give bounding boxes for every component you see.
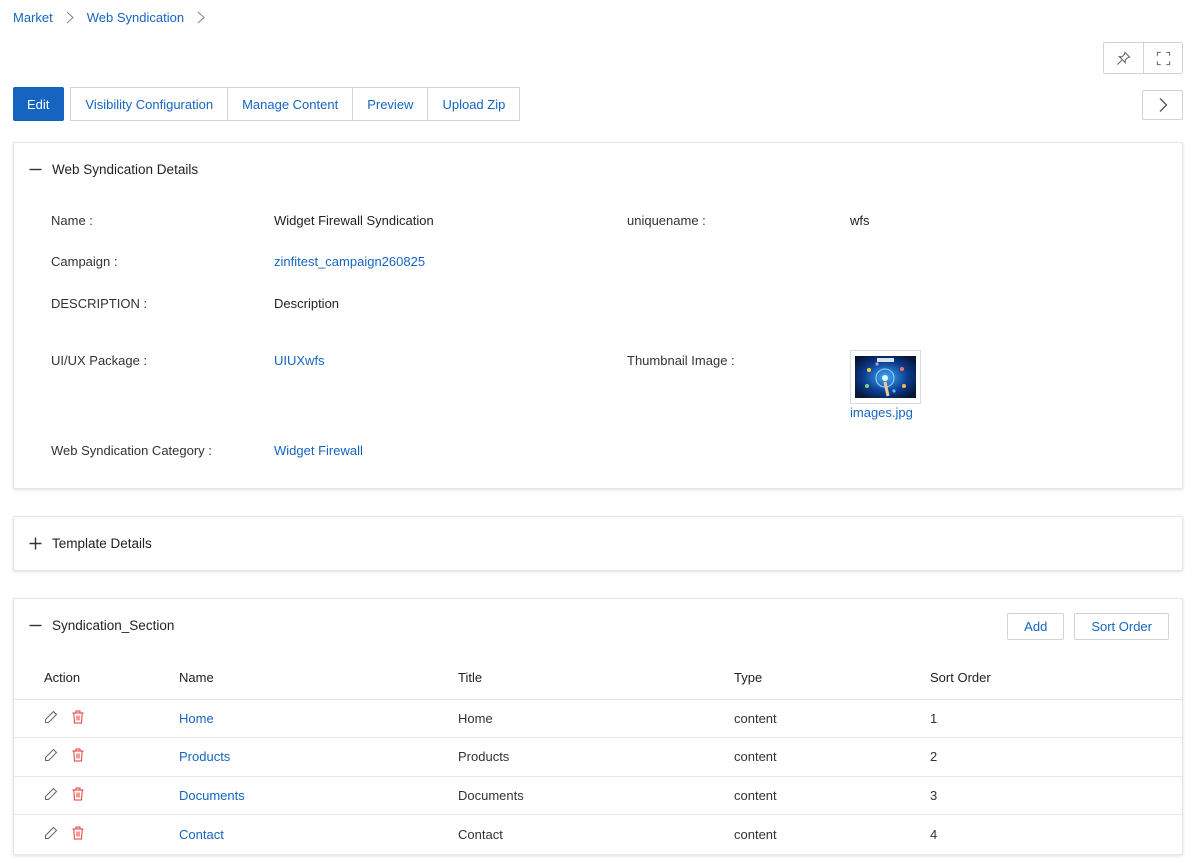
thumbnail-picture: [855, 356, 916, 398]
row-type: content: [734, 699, 930, 738]
row-title: Contact: [458, 826, 503, 842]
details-panel: Web Syndication Details Name : Widget Fi…: [13, 142, 1183, 489]
row-sort: 1: [930, 699, 1182, 738]
row-title: Products: [458, 737, 734, 777]
section-actions: Add Sort Order: [1007, 613, 1169, 640]
table-row: Home Home content 1: [14, 699, 1182, 738]
uiux-label: UI/UX Package :: [51, 353, 148, 368]
trash-icon[interactable]: [72, 710, 84, 727]
edit-icon[interactable]: [44, 710, 58, 727]
sort-order-button[interactable]: Sort Order: [1074, 613, 1169, 640]
plus-icon: [28, 537, 42, 550]
tab-upload-zip[interactable]: Upload Zip: [428, 87, 521, 121]
name-value: Widget Firewall Syndication: [274, 213, 434, 228]
col-action: Action: [14, 656, 179, 700]
fullscreen-icon[interactable]: [1143, 43, 1182, 73]
action-tabs: Edit Visibility Configuration Manage Con…: [13, 87, 521, 121]
col-sort-order[interactable]: Sort Order: [930, 656, 1182, 700]
pin-icon[interactable]: [1104, 43, 1143, 73]
thumbnail-file-link[interactable]: images.jpg: [850, 405, 913, 420]
page-tools: [1103, 42, 1183, 74]
uniquename-label: uniquename :: [627, 213, 706, 228]
trash-icon[interactable]: [72, 787, 84, 804]
add-button[interactable]: Add: [1007, 613, 1065, 640]
row-title: Documents: [458, 776, 734, 815]
tabs-next-button[interactable]: [1142, 90, 1183, 120]
edit-icon[interactable]: [44, 787, 58, 804]
thumbnail-label: Thumbnail Image :: [627, 353, 735, 368]
row-name-link[interactable]: Contact: [179, 827, 224, 842]
breadcrumb-market[interactable]: Market: [13, 10, 53, 25]
tab-visibility-configuration[interactable]: Visibility Configuration: [70, 87, 229, 121]
chevron-right-icon: [197, 11, 205, 24]
table-row: Documents Documents content 3: [14, 776, 1182, 815]
minus-icon: [28, 163, 42, 176]
template-title: Template Details: [52, 536, 152, 551]
row-name-link[interactable]: Products: [179, 749, 230, 764]
tab-manage-content[interactable]: Manage Content: [228, 87, 354, 121]
row-title: Home: [458, 699, 734, 738]
chevron-right-icon: [66, 11, 74, 24]
template-panel-header[interactable]: Template Details: [14, 517, 1182, 570]
breadcrumb: Market Web Syndication: [13, 10, 218, 25]
section-table: Action Name Title Type Sort Order Home H…: [14, 656, 1182, 853]
col-title[interactable]: Title: [458, 656, 734, 700]
details-title: Web Syndication Details: [52, 161, 199, 177]
description-value: Description: [274, 296, 340, 311]
campaign-label: Campaign :: [51, 254, 118, 269]
category-label: Web Syndication Category :: [51, 443, 212, 458]
uniquename-value: wfs: [850, 213, 870, 228]
template-panel: Template Details: [13, 516, 1183, 571]
campaign-link[interactable]: zinfitest_campaign260825: [274, 254, 425, 269]
chevron-right-icon: [1159, 98, 1167, 112]
thumbnail-image[interactable]: [850, 350, 921, 404]
col-name[interactable]: Name: [179, 656, 458, 700]
row-type: content: [734, 826, 777, 842]
uiux-link[interactable]: UIUXwfs: [274, 353, 325, 368]
edit-icon[interactable]: [44, 826, 58, 843]
edit-icon[interactable]: [44, 748, 58, 765]
tab-edit[interactable]: Edit: [13, 87, 65, 121]
category-link[interactable]: Widget Firewall: [274, 443, 363, 458]
table-header-row: Action Name Title Type Sort Order: [14, 656, 1182, 700]
table-row: Contact Contact content 4: [14, 815, 1182, 854]
row-name-link[interactable]: Documents: [179, 788, 245, 803]
trash-icon[interactable]: [72, 826, 84, 843]
trash-icon[interactable]: [72, 748, 84, 765]
row-name-link[interactable]: Home: [179, 711, 214, 726]
row-sort: 4: [930, 826, 938, 842]
name-label: Name :: [51, 213, 93, 228]
row-type: content: [734, 737, 930, 777]
row-sort: 3: [930, 776, 1182, 815]
tab-preview[interactable]: Preview: [353, 87, 429, 121]
section-panel: Syndication_Section Add Sort Order Actio…: [13, 598, 1183, 855]
row-sort: 2: [930, 737, 1182, 777]
breadcrumb-web-syndication[interactable]: Web Syndication: [87, 10, 184, 25]
details-panel-header[interactable]: Web Syndication Details: [14, 143, 1182, 195]
description-label: DESCRIPTION :: [51, 296, 148, 311]
table-row: Products Products content 2: [14, 737, 1182, 777]
minus-icon: [28, 619, 42, 632]
section-title: Syndication_Section: [52, 617, 175, 633]
col-type[interactable]: Type: [734, 656, 930, 700]
row-type: content: [734, 776, 930, 815]
